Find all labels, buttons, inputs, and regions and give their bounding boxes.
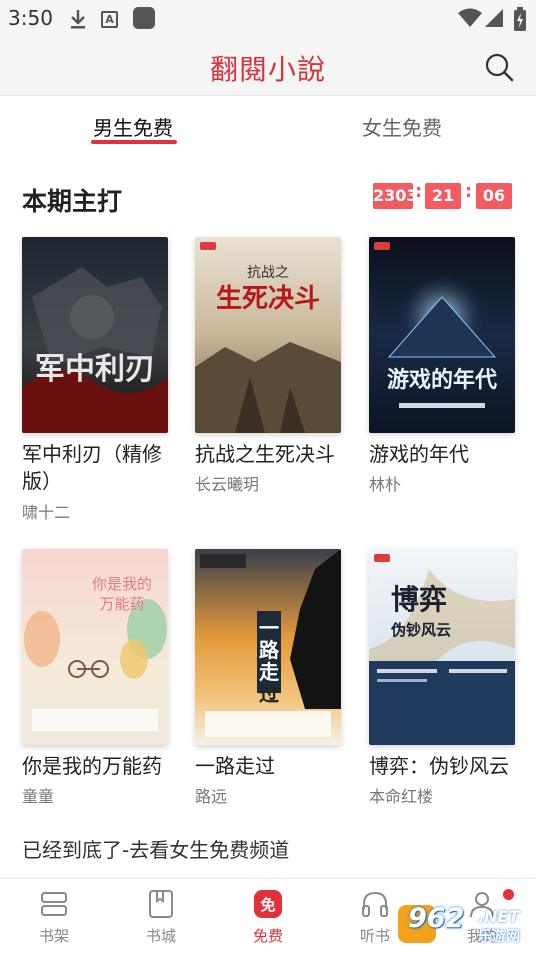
book-title[interactable]: 军中利刃（精修版）	[22, 441, 172, 495]
wifi-icon	[458, 8, 482, 27]
book-title[interactable]: 你是我的万能药	[22, 753, 172, 780]
nav-label: 书城	[145, 927, 176, 945]
book-author: 本命红楼	[369, 787, 434, 806]
svg-text:路: 路	[259, 638, 280, 662]
svg-text:生死决斗: 生死决斗	[216, 284, 320, 314]
notification-dot	[503, 889, 514, 900]
countdown-separator: :	[465, 181, 473, 202]
status-time: 3:50	[8, 6, 53, 30]
svg-text:游戏的年代: 游戏的年代	[387, 367, 497, 393]
svg-text:博弈: 博弈	[391, 583, 447, 616]
book-cover[interactable]: 抗战之 生死决斗	[195, 237, 341, 433]
nav-label: 免费	[252, 927, 283, 945]
svg-text:抗战之: 抗战之	[247, 265, 289, 281]
watermark-logo: 962 .NET 乐游网	[398, 901, 530, 947]
svg-text:免: 免	[260, 896, 275, 914]
cover-title: 军中利刃	[35, 352, 155, 387]
book-title[interactable]: 博弈：伪钞风云	[369, 753, 519, 780]
download-icon	[71, 10, 85, 29]
book-author: 啸十二	[22, 503, 71, 522]
book-cover[interactable]: 游戏的年代	[369, 237, 515, 433]
watermark-site: 乐游网	[478, 929, 520, 945]
book-author: 林朴	[369, 475, 402, 494]
book-cover[interactable]: 你是我的 万能药	[22, 549, 168, 745]
nav-label: 书架	[38, 927, 69, 945]
svg-text:走: 走	[259, 660, 279, 684]
section-title: 本期主打	[22, 187, 123, 216]
channel-tabs: 男生免费 女生免费	[0, 100, 536, 152]
book-cover[interactable]: 博弈 伪钞风云	[369, 549, 515, 745]
watermark-suffix: .NET	[478, 907, 520, 926]
bookstore-icon	[149, 890, 173, 918]
bookshelf-icon	[41, 892, 67, 916]
svg-text:伪钞风云: 伪钞风云	[390, 621, 451, 639]
headphones-icon	[362, 891, 388, 917]
nav-bookstore[interactable]: 书城	[121, 879, 201, 954]
book-author: 长云曦玥	[195, 475, 260, 494]
svg-text:过: 过	[259, 682, 279, 706]
book-title[interactable]: 游戏的年代	[369, 441, 519, 468]
app-title: 翻閱小說	[209, 53, 326, 86]
search-icon[interactable]	[484, 52, 514, 82]
status-bar: 3:50 A	[0, 0, 536, 38]
svg-text:一: 一	[259, 616, 279, 640]
countdown-minutes: 21	[425, 183, 461, 209]
nav-free[interactable]: 免 免费	[228, 879, 308, 954]
active-tab-indicator	[91, 140, 177, 144]
book-title[interactable]: 抗战之生死决斗	[195, 441, 345, 468]
a-icon: A	[101, 11, 118, 28]
book-cover[interactable]: 军中利刃	[22, 237, 168, 433]
book-author: 路远	[195, 787, 228, 806]
countdown-separator: :	[415, 181, 423, 202]
app-header: 翻閱小說	[0, 38, 536, 96]
tab-female-free[interactable]: 女生免费	[362, 112, 442, 141]
app-square-icon	[133, 7, 155, 29]
cellular-icon	[485, 9, 503, 27]
countdown-seconds: 06	[476, 183, 512, 209]
svg-text:你是我的: 你是我的	[92, 575, 152, 593]
book-author: 童童	[22, 787, 55, 806]
go-female-channel-link[interactable]: 已经到底了-去看女生免费频道	[22, 834, 289, 863]
free-icon: 免	[254, 890, 282, 918]
countdown-hours: 2303	[373, 183, 418, 209]
book-cover[interactable]: 一 路 走 过	[195, 549, 341, 745]
watermark-number: 962	[408, 903, 465, 934]
book-title[interactable]: 一路走过	[195, 753, 345, 780]
nav-bookshelf[interactable]: 书架	[14, 879, 94, 954]
svg-text:万能药: 万能药	[99, 595, 144, 613]
battery-icon	[514, 7, 526, 31]
tab-male-free[interactable]: 男生免费	[93, 112, 173, 141]
